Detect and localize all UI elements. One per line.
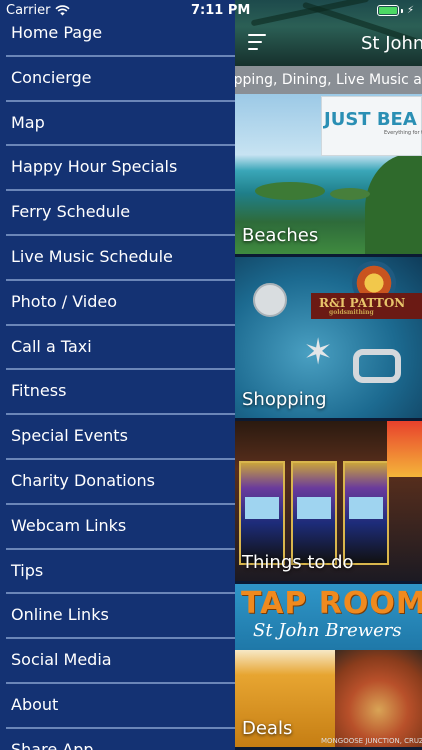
battery-icon: ⚡	[376, 5, 414, 16]
drawer-item-label: Ferry Schedule	[11, 202, 131, 222]
slot-machine-image	[291, 461, 337, 565]
drawer-item-about[interactable]: About	[0, 684, 235, 729]
drawer-item-label: Map	[11, 112, 45, 132]
drawer-menu: Home Page Concierge Map Happy Hour Speci…	[0, 12, 235, 750]
carrier-indicator: Carrier	[6, 3, 71, 18]
drawer-item-label: Photo / Video	[11, 291, 118, 311]
drawer-item-label: Social Media	[11, 650, 112, 670]
drawer-item-label: Live Music Schedule	[11, 246, 173, 266]
slot-machine-image	[239, 461, 285, 565]
drawer-item-label: Happy Hour Specials	[11, 157, 178, 177]
patton-banner: R&I PATTON goldsmithing	[311, 293, 422, 319]
tap-room-banner: TAP ROOM St John Brewers	[235, 584, 422, 650]
charging-icon: ⚡	[406, 5, 414, 16]
drawer-item-live-music[interactable]: Live Music Schedule	[0, 236, 235, 281]
tile-label: Things to do	[242, 552, 354, 573]
drawer-item-label: Concierge	[11, 67, 92, 87]
carrier-label: Carrier	[6, 3, 51, 18]
slot-machine-image	[343, 461, 389, 565]
tile-shopping[interactable]: R&I PATTON goldsmithing ✶ Shopping	[235, 257, 422, 421]
drawer-item-map[interactable]: Map	[0, 102, 235, 147]
drawer-item-label: Fitness	[11, 381, 67, 401]
hill-image	[365, 154, 422, 254]
tile-beaches[interactable]: JUST BEA Everything for the Beach & Clot…	[235, 94, 422, 257]
drawer-item-label: Share App	[11, 739, 94, 750]
drawer-item-happy-hour[interactable]: Happy Hour Specials	[0, 146, 235, 191]
side-drawer: Home Page Concierge Map Happy Hour Speci…	[0, 0, 235, 750]
drawer-item-photo-video[interactable]: Photo / Video	[0, 281, 235, 326]
tile-deals[interactable]: TAP ROOM St John Brewers MONGOOSE JUNCTI…	[235, 584, 422, 750]
drawer-item-call-taxi[interactable]: Call a Taxi	[0, 326, 235, 371]
drawer-item-webcam[interactable]: Webcam Links	[0, 505, 235, 550]
banner-subtitle: St John Brewers	[253, 620, 402, 641]
drawer-item-label: Special Events	[11, 426, 128, 446]
drawer-item-online-links[interactable]: Online Links	[0, 594, 235, 639]
sign-title: JUST BEA	[324, 109, 417, 130]
tile-label: Deals	[242, 718, 293, 739]
drawer-item-ferry-schedule[interactable]: Ferry Schedule	[0, 191, 235, 236]
tile-label: Beaches	[242, 225, 319, 246]
hamburger-icon[interactable]	[248, 34, 266, 50]
tile-footer: MONGOOSE JUNCTION, CRUZ BAY ST JOHN	[321, 737, 422, 745]
app-title: St John	[361, 33, 422, 54]
sign-subtitle: Everything for the Beach & Clothing Bout…	[384, 130, 422, 136]
tile-things-to-do[interactable]: Things to do	[235, 421, 422, 584]
drawer-item-share-app[interactable]: Share App	[0, 729, 235, 750]
tile-label: Shopping	[242, 389, 327, 410]
drawer-item-social-media[interactable]: Social Media	[0, 639, 235, 684]
banner-subtitle: goldsmithing	[329, 309, 374, 316]
drawer-item-label: About	[11, 694, 59, 714]
banner-title: R&I PATTON	[319, 296, 406, 310]
wifi-icon	[55, 5, 71, 16]
status-bar: Carrier 7:11 PM ⚡	[0, 0, 422, 22]
island-image	[255, 182, 325, 200]
clock: 7:11 PM	[191, 3, 251, 18]
island-image	[330, 188, 370, 200]
starfish-icon: ✶	[303, 332, 334, 373]
drawer-item-label: Charity Donations	[11, 470, 156, 490]
drawer-item-label: Webcam Links	[11, 515, 127, 535]
drawer-item-label: Online Links	[11, 605, 109, 625]
drawer-item-special-events[interactable]: Special Events	[0, 415, 235, 460]
petroglyph-icon	[353, 349, 401, 383]
drawer-item-charity[interactable]: Charity Donations	[0, 460, 235, 505]
ticker-banner: opping, Dining, Live Music an	[235, 66, 422, 94]
just-beach-sign: JUST BEA Everything for the Beach & Clot…	[321, 96, 422, 156]
banner-title: TAP ROOM	[241, 586, 422, 621]
drawer-item-label: Tips	[11, 560, 44, 580]
sand-dollar-icon	[253, 283, 287, 317]
drawer-item-tips[interactable]: Tips	[0, 550, 235, 595]
battery-fill	[378, 7, 397, 14]
parrot-club-sign	[387, 421, 422, 477]
pizza-image	[335, 650, 422, 747]
drawer-item-label: Call a Taxi	[11, 336, 92, 356]
drawer-item-concierge[interactable]: Concierge	[0, 57, 235, 102]
drawer-item-fitness[interactable]: Fitness	[0, 370, 235, 415]
drawer-item-label: Home Page	[11, 23, 103, 42]
